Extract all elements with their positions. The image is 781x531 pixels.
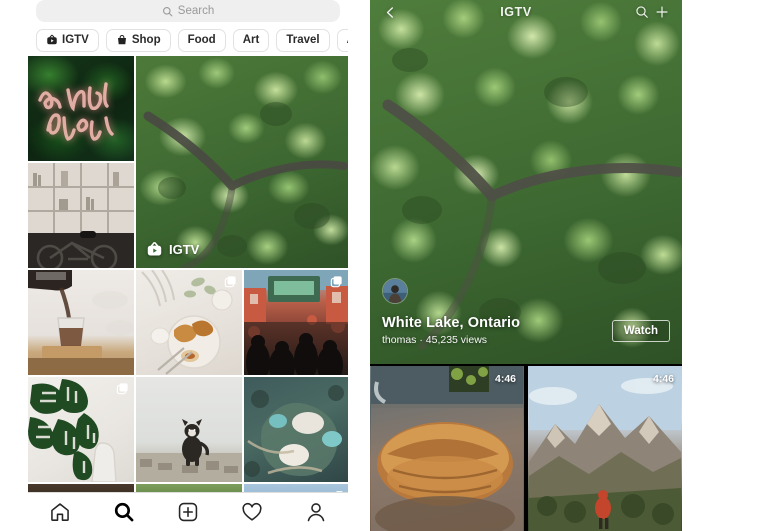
chip-shop[interactable]: Shop <box>105 28 171 52</box>
grid-cell-blue-city-row[interactable] <box>244 484 348 492</box>
grid-cell-neon-and-breathe[interactable] <box>28 56 134 161</box>
chip-food[interactable]: Food <box>177 28 226 52</box>
grid-cell-dog-on-hilltop[interactable] <box>136 377 242 482</box>
heart-icon <box>241 501 263 523</box>
dog-on-hilltop-art <box>136 377 242 482</box>
grid-cell-pastries-flatlay[interactable] <box>136 270 242 375</box>
explore-grid: IGTV <box>28 56 348 492</box>
video-duration: 4:46 <box>652 373 674 385</box>
channel-avatar[interactable] <box>382 278 408 304</box>
plus-icon <box>655 5 669 19</box>
grid-cell-crowded-market-street[interactable] <box>244 270 348 375</box>
chip-label: Food <box>187 34 216 46</box>
explore-panel: Search IGTV Shop Food Art Travel Ar <box>28 0 348 531</box>
video-thumbnail-mountain[interactable]: 4:46 <box>528 366 682 531</box>
chip-label: IGTV <box>62 34 89 46</box>
search-input[interactable]: Search <box>36 0 340 22</box>
chevron-left-icon <box>384 6 397 19</box>
nav-home[interactable] <box>43 497 77 527</box>
category-chips-row[interactable]: IGTV Shop Food Art Travel Ar <box>28 24 348 56</box>
hero-video-title: White Lake, Ontario <box>382 315 521 331</box>
mountain-hiker-art <box>528 366 682 531</box>
chip-label: Travel <box>286 34 320 46</box>
search-bar-row: Search <box>28 0 348 24</box>
igtv-panel: IGTV White Lake, Ontario thomas · 45,235… <box>370 0 682 531</box>
nav-search[interactable] <box>107 497 141 527</box>
aerial-pools-art <box>244 377 348 482</box>
carousel-icon <box>333 488 344 492</box>
hero-video-meta: White Lake, Ontario thomas · 45,235 view… <box>382 315 520 346</box>
shop-bag-icon <box>116 34 128 46</box>
chip-architecture-truncated[interactable]: Ar <box>336 28 348 52</box>
carousel-icon <box>224 275 237 288</box>
grid-cell-green-field-row[interactable] <box>136 484 242 492</box>
aerial-forest-hero-art <box>370 0 682 364</box>
nav-create[interactable] <box>171 497 205 527</box>
igtv-thumbnail-row: 4:46 4:46 <box>370 366 682 531</box>
chip-label: Art <box>242 34 260 46</box>
neon-and-breathe-art <box>28 56 134 161</box>
back-button[interactable] <box>380 2 400 22</box>
video-thumbnail-bread[interactable]: 4:46 <box>370 366 524 531</box>
chip-label: Ar <box>347 34 348 46</box>
igtv-search-button[interactable] <box>632 2 652 22</box>
igtv-header-title: IGTV <box>500 5 532 19</box>
grid-cell-bookshelf-bicycle[interactable] <box>28 163 134 268</box>
bread-loaf-art <box>370 366 524 531</box>
igtv-hero-video[interactable]: IGTV White Lake, Ontario thomas · 45,235… <box>370 0 682 364</box>
home-icon <box>49 501 71 523</box>
bookshelf-bicycle-art <box>28 163 134 268</box>
dark-soil-art <box>28 484 134 492</box>
search-placeholder: Search <box>177 5 215 17</box>
igtv-badge-label: IGTV <box>169 242 200 257</box>
igtv-badge: IGTV <box>146 241 199 258</box>
aerial-forest-road-art <box>136 56 348 268</box>
grid-cell-monstera-plant[interactable] <box>28 377 134 482</box>
igtv-icon <box>146 241 163 258</box>
bottom-navigation-bar <box>28 492 348 531</box>
watch-button[interactable]: Watch <box>611 320 670 342</box>
person-icon <box>305 501 327 523</box>
igtv-icon <box>46 34 58 46</box>
grid-cell-coffee-pour-glass[interactable] <box>28 270 134 375</box>
coffee-pour-glass-art <box>28 270 134 375</box>
igtv-header: IGTV <box>370 0 682 24</box>
grid-cell-aerial-pools[interactable] <box>244 377 348 482</box>
nav-profile[interactable] <box>299 497 333 527</box>
plus-square-icon <box>177 501 199 523</box>
igtv-add-button[interactable] <box>652 2 672 22</box>
nav-activity[interactable] <box>235 497 269 527</box>
chip-igtv[interactable]: IGTV <box>36 28 99 52</box>
search-icon <box>113 501 135 523</box>
carousel-icon <box>330 275 343 288</box>
carousel-icon <box>116 382 129 395</box>
chip-art[interactable]: Art <box>232 28 270 52</box>
chip-travel[interactable]: Travel <box>276 28 330 52</box>
search-icon <box>635 5 649 19</box>
chip-label: Shop <box>131 34 161 46</box>
hero-video-subtitle: thomas · 45,235 views <box>382 334 488 346</box>
grid-cell-aerial-forest-road[interactable]: IGTV <box>136 56 348 268</box>
video-duration: 4:46 <box>494 373 516 385</box>
green-field-art <box>136 484 242 492</box>
grid-cell-dark-soil-row[interactable] <box>28 484 134 492</box>
search-icon <box>162 6 173 17</box>
